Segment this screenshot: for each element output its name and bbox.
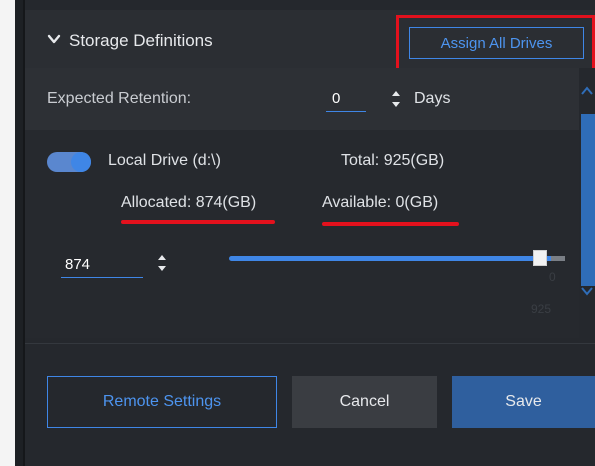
slider-max-label: 925 [531, 302, 552, 316]
cancel-button[interactable]: Cancel [292, 376, 437, 428]
drive-enabled-toggle[interactable] [47, 152, 91, 172]
retention-input[interactable]: 0 [326, 90, 366, 112]
slider-zero-label: 0 [549, 270, 556, 284]
allocation-input[interactable]: 874 [61, 256, 143, 278]
drive-name: Local Drive (d:\) [108, 152, 221, 169]
available-underline-annotation [322, 222, 459, 226]
allocation-stepper-icon[interactable] [157, 254, 167, 272]
allocation-slider-track[interactable] [229, 256, 565, 261]
drive-available: Available: 0(GB) [322, 194, 439, 211]
section-title: Storage Definitions [69, 31, 213, 50]
save-button[interactable]: Save [452, 376, 595, 428]
toggle-knob [71, 152, 91, 172]
scroll-thumb[interactable] [581, 114, 595, 286]
chevron-down-icon[interactable] [47, 32, 61, 46]
scroll-up-icon[interactable] [581, 86, 593, 96]
allocated-underline-annotation [121, 220, 275, 224]
vertical-scrollbar[interactable] [579, 68, 595, 338]
assign-all-drives-button[interactable]: Assign All Drives [409, 27, 584, 59]
retention-row: Expected Retention: 0 Days [25, 68, 579, 130]
allocation-slider-handle[interactable] [532, 250, 547, 266]
remote-settings-button[interactable]: Remote Settings [47, 376, 277, 428]
drive-total: Total: 925(GB) [341, 152, 445, 169]
retention-unit: Days [414, 90, 451, 107]
allocation-slider-remainder [551, 256, 565, 261]
storage-panel: Storage Definitions Assign All Drives Ex… [15, 0, 595, 466]
retention-label: Expected Retention: [47, 90, 192, 107]
dialog-footer: Remote Settings Cancel Save [25, 344, 595, 466]
storage-definitions-header[interactable]: Storage Definitions Assign All Drives [25, 10, 595, 71]
retention-stepper-icon[interactable] [391, 90, 401, 108]
scroll-down-icon[interactable] [581, 286, 593, 296]
drive-entry: Local Drive (d:\) Total: 925(GB) Allocat… [25, 130, 579, 338]
assign-highlight-box: Assign All Drives [396, 15, 595, 71]
drive-allocated: Allocated: 874(GB) [121, 194, 257, 211]
